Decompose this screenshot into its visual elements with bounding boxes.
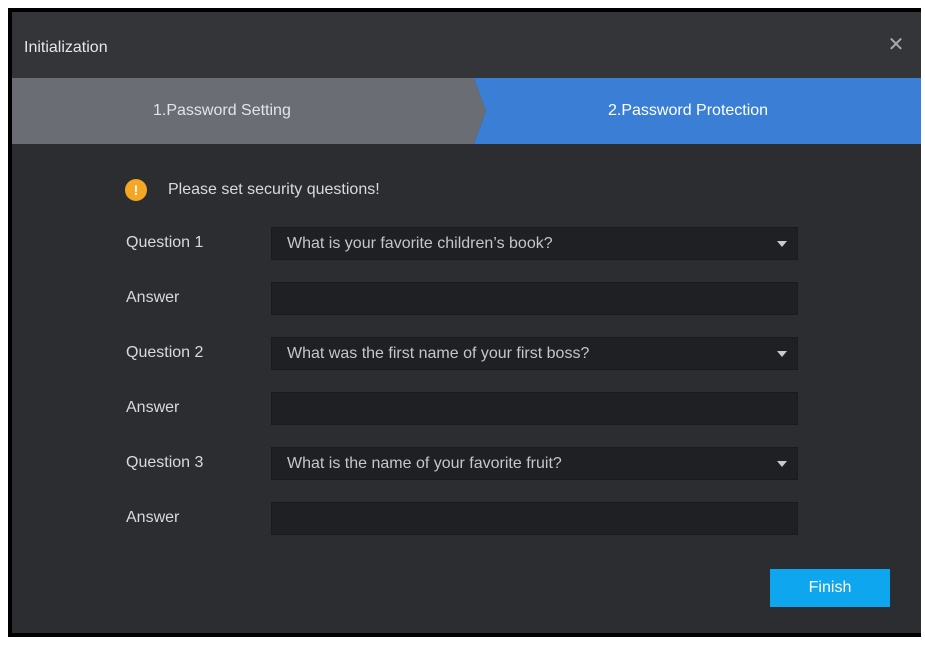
dialog-title: Initialization	[24, 39, 108, 56]
step-indicator-shapes	[12, 78, 921, 144]
question-2-select[interactable]: What was the first name of your first bo…	[271, 337, 798, 370]
step-1-label: 1.Password Setting	[153, 102, 291, 119]
question-2-label: Question 2	[126, 344, 204, 361]
question-1-label: Question 1	[126, 234, 204, 251]
answer-1-label: Answer	[126, 289, 180, 306]
chevron-down-icon	[777, 461, 787, 467]
question-3-select[interactable]: What is the name of your favorite fruit?	[271, 447, 798, 480]
initialization-dialog: Initialization ✕ 1.Password Setting 2.Pa…	[12, 12, 921, 633]
question-2-value: What was the first name of your first bo…	[287, 345, 590, 362]
chevron-down-icon	[777, 351, 787, 357]
title-bar: Initialization ✕	[12, 12, 921, 78]
step-2-label: 2.Password Protection	[608, 102, 769, 119]
question-3-label: Question 3	[126, 454, 204, 471]
notice-text: Please set security questions!	[168, 181, 380, 198]
step-indicator: 1.Password Setting 2.Password Protection	[12, 78, 921, 144]
answer-2-label: Answer	[126, 399, 180, 416]
question-1-select[interactable]: What is your favorite children’s book?	[271, 227, 798, 260]
answer-1-input[interactable]	[271, 282, 798, 315]
warning-icon: !	[125, 179, 147, 201]
question-1-value: What is your favorite children’s book?	[287, 235, 553, 252]
chevron-down-icon	[777, 241, 787, 247]
finish-button[interactable]: Finish	[770, 569, 890, 607]
question-3-value: What is the name of your favorite fruit?	[287, 455, 562, 472]
close-icon[interactable]: ✕	[885, 34, 907, 56]
answer-3-label: Answer	[126, 509, 180, 526]
answer-2-input[interactable]	[271, 392, 798, 425]
answer-3-input[interactable]	[271, 502, 798, 535]
